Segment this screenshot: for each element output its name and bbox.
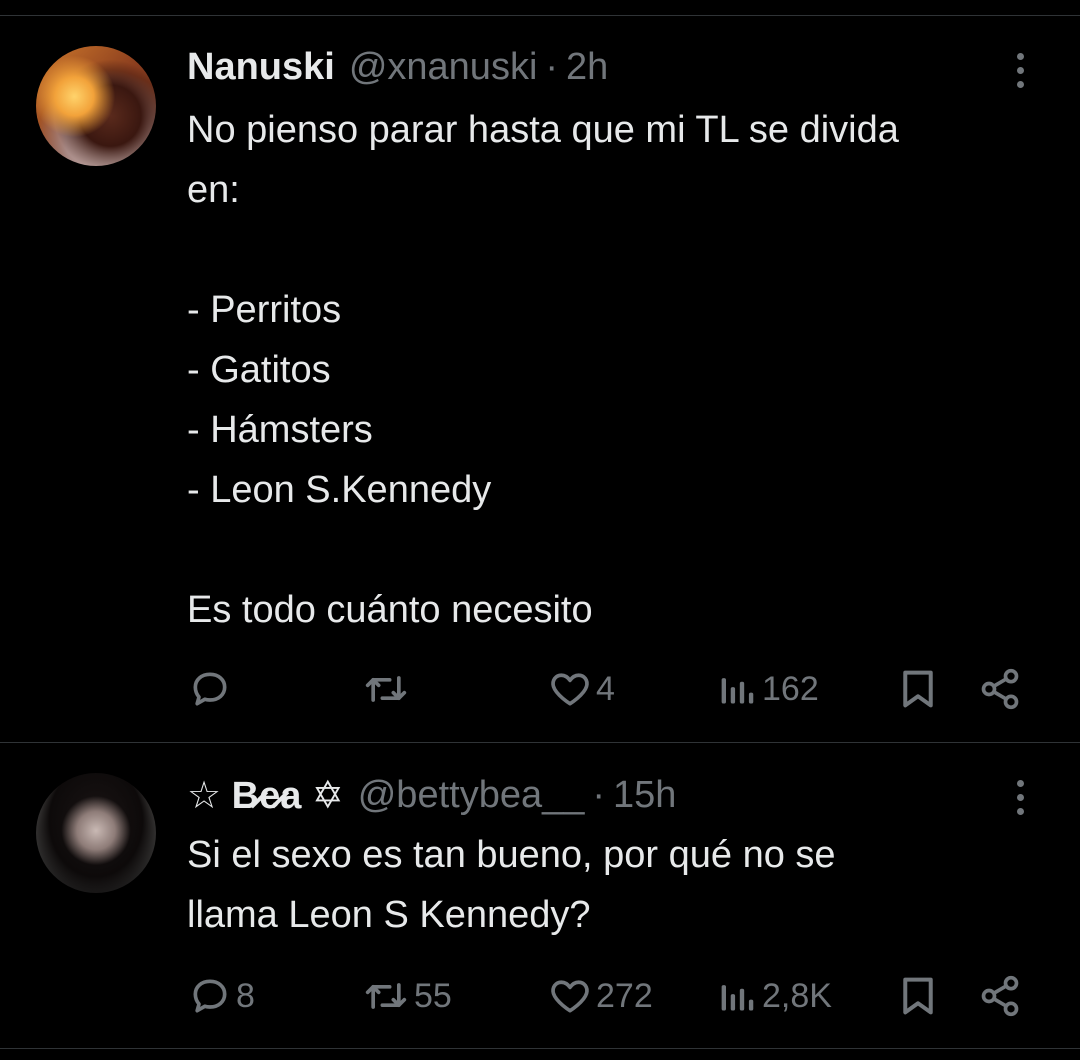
tweet-text: Si el sexo es tan bueno, por qué no se l… <box>187 825 1057 945</box>
views-button[interactable]: 162 <box>718 659 819 719</box>
reply-icon <box>193 979 227 1013</box>
heart-icon <box>551 673 589 706</box>
tweet-text-line: - Gatitos <box>187 349 331 391</box>
action-bar: 8 55 272 2,8K <box>0 966 1080 1026</box>
tweet-text-line: - Hámsters <box>187 409 373 451</box>
tweet-text-line: - Leon S.Kennedy <box>187 469 492 511</box>
like-button[interactable]: 4 <box>548 659 615 719</box>
retweet-icon <box>365 676 407 702</box>
separator-dot: · <box>545 45 559 88</box>
more-icon <box>1016 779 1024 787</box>
bookmark-icon <box>903 977 933 1015</box>
top-divider <box>0 15 1080 16</box>
views-count: 162 <box>762 669 819 708</box>
avatar[interactable] <box>36 46 156 166</box>
bookmark-button[interactable] <box>898 966 938 1026</box>
tweet-text-line: No pienso parar hasta que mi TL se divid… <box>187 109 899 151</box>
tweet-header: ☆ B̷e̷a ✡︎ @bettybea__ · 15h <box>187 767 676 823</box>
author-handle[interactable]: @bettybea__ <box>358 774 585 817</box>
tweet-text-line <box>187 220 1057 280</box>
views-icon <box>721 678 754 704</box>
tweet-text-line: - Perritos <box>187 289 342 331</box>
tweet-text-line: en: <box>187 169 240 211</box>
reply-button[interactable]: 8 <box>188 966 255 1026</box>
retweet-count: 55 <box>414 976 452 1015</box>
retweet-button[interactable] <box>362 659 414 719</box>
heart-icon <box>551 980 589 1013</box>
action-bar: 4 162 <box>0 659 1080 719</box>
views-icon <box>721 985 754 1011</box>
more-icon <box>1016 52 1024 60</box>
reply-button[interactable] <box>188 659 236 719</box>
more-button[interactable] <box>1008 773 1032 821</box>
views-button[interactable]: 2,8K <box>718 966 832 1026</box>
views-count: 2,8K <box>762 976 832 1015</box>
author-handle[interactable]: @xnanuski <box>349 46 538 89</box>
tweet-text-line: Si el sexo es tan bueno, por qué no se <box>187 834 836 876</box>
timestamp[interactable]: 15h <box>613 774 676 817</box>
tweet-text-line <box>187 520 1057 580</box>
share-button[interactable] <box>978 659 1022 719</box>
separator-dot: · <box>592 773 606 816</box>
like-button[interactable]: 272 <box>548 966 653 1026</box>
retweet-button[interactable]: 55 <box>362 966 452 1026</box>
bookmark-button[interactable] <box>898 659 938 719</box>
bottom-divider <box>0 1048 1080 1049</box>
timestamp[interactable]: 2h <box>566 46 608 89</box>
tweet-divider <box>0 742 1080 743</box>
more-button[interactable] <box>1008 46 1032 94</box>
tweet-text: No pienso parar hasta que mi TL se divid… <box>187 100 1057 640</box>
like-count: 4 <box>596 669 615 708</box>
tweet-text-line: Es todo cuánto necesito <box>187 589 593 631</box>
tweet-text-line: llama Leon S Kennedy? <box>187 894 591 936</box>
reply-count: 8 <box>236 976 255 1015</box>
reply-icon <box>193 672 227 706</box>
tweet-header: Nanuski @xnanuski · 2h <box>187 39 608 95</box>
avatar[interactable] <box>36 773 156 893</box>
retweet-icon <box>365 983 407 1009</box>
share-icon <box>981 975 1019 1017</box>
share-icon <box>981 668 1019 710</box>
author-name[interactable]: ☆ B̷e̷a ✡︎ <box>187 773 344 818</box>
like-count: 272 <box>596 976 653 1015</box>
bookmark-icon <box>903 670 933 708</box>
author-name[interactable]: Nanuski <box>187 46 335 89</box>
share-button[interactable] <box>978 966 1022 1026</box>
